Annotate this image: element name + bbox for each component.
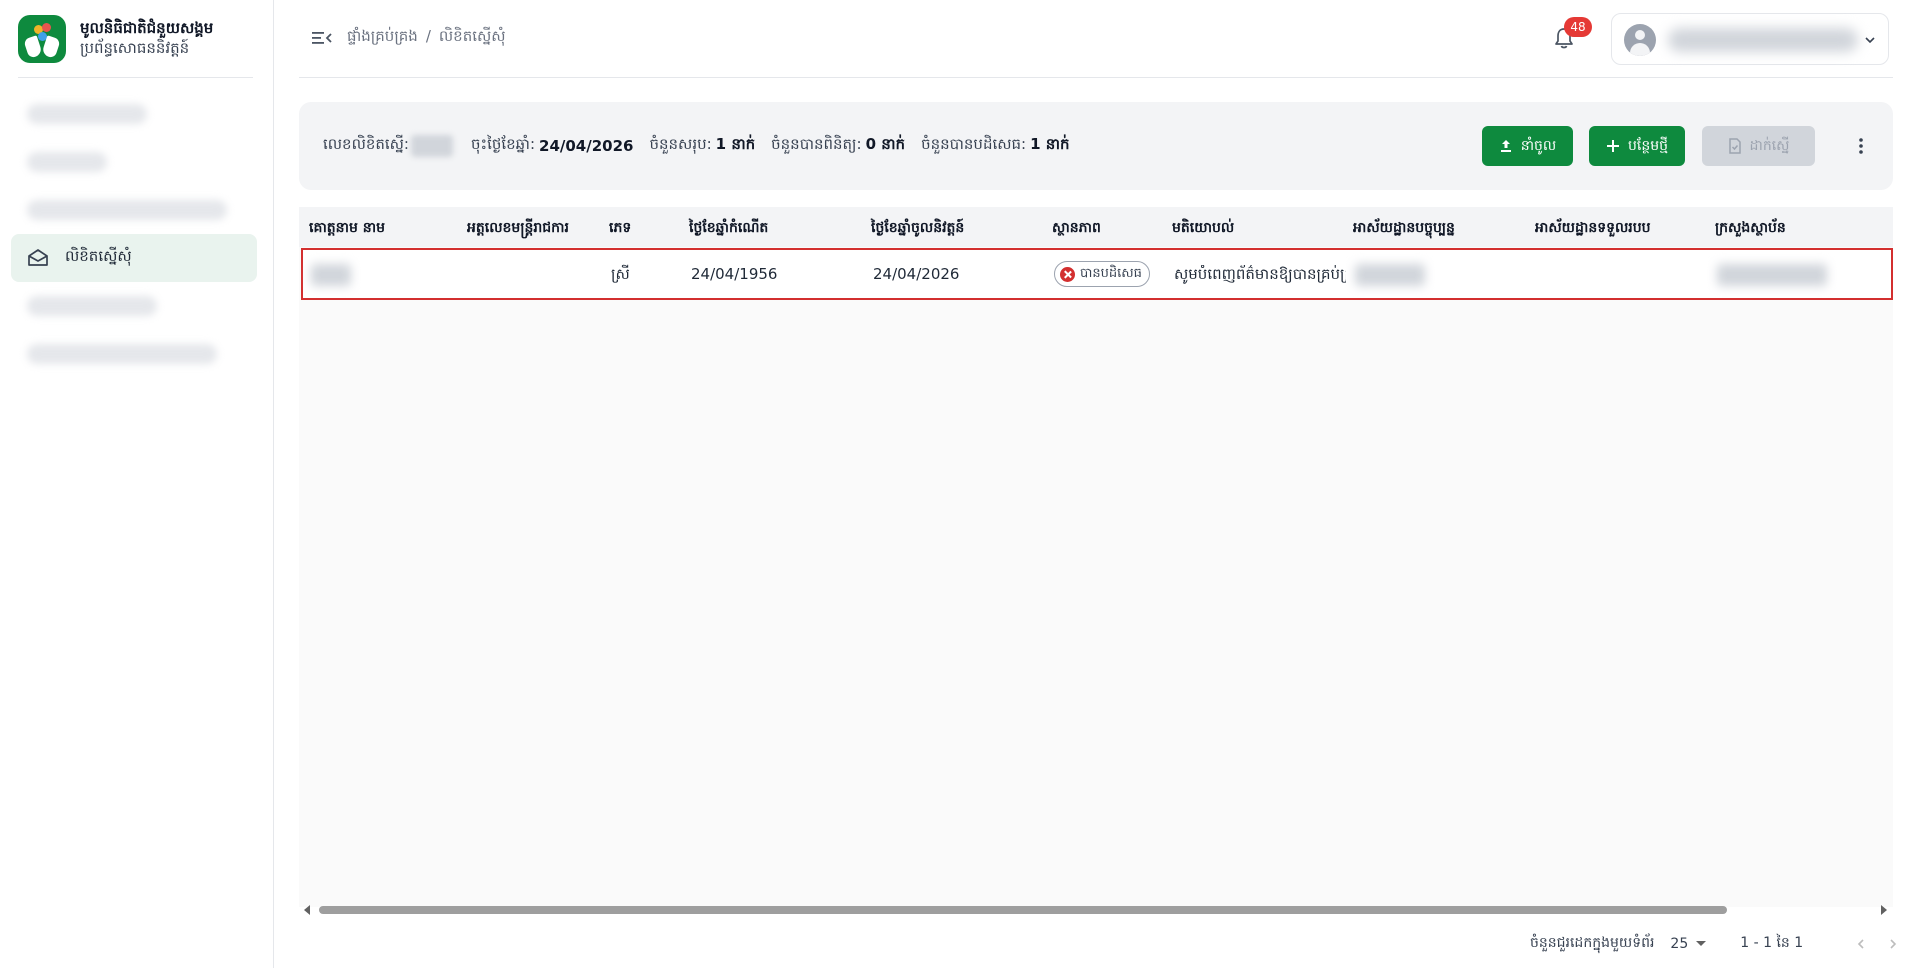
caret-down-icon <box>1696 941 1707 946</box>
status-label: បានបដិសេធ <box>1080 265 1142 281</box>
cell-gender: ស្រី <box>611 265 630 283</box>
horizontal-scrollbar[interactable] <box>299 901 1893 917</box>
col-benefit-address[interactable]: អាស័យដ្ឋានទទួលរបប <box>1535 218 1651 239</box>
brand-title: មូលនិធិជាតិជំនួយសង្គម <box>80 19 214 37</box>
mail-open-icon <box>28 249 48 266</box>
sidebar-item-6[interactable] <box>11 330 257 378</box>
applicants-table: គោត្តនាម នាម អត្តលេខមន្ត្រីរាជការ ភេទ ថ្… <box>299 207 1893 915</box>
logo-icon <box>18 14 66 63</box>
verified-label: ចំនួនបានពិនិត្យ: <box>771 135 862 153</box>
current-address-redacted <box>1355 264 1425 286</box>
date-label: ចុះថ្ងៃខែឆ្នាំ: <box>471 135 536 153</box>
table-header: គោត្តនាម នាម អត្តលេខមន្ត្រីរាជការ ភេទ ថ្… <box>299 207 1893 247</box>
menu-collapse-icon[interactable] <box>311 28 333 48</box>
sidebar-item-3[interactable] <box>11 186 257 234</box>
rejected-value: 1 នាក់ <box>1030 135 1070 153</box>
submit-button[interactable]: ដាក់ស្នើ <box>1702 126 1815 166</box>
pagination: ចំនួនជួរដេកក្នុងមួយទំព័រ 25 1 - 1 នៃ 1 <box>1530 933 1903 954</box>
cell-comment: សូមបំពេញព័ត៌មានឱ្យបានគ្រប់គ្រាន់ <box>1174 265 1346 283</box>
date-value: 24/04/2026 <box>539 137 634 155</box>
sidebar-item-label: លិខិតស្នើសុំ <box>65 247 132 265</box>
col-current-address[interactable]: អាស័យដ្ឋានបច្ចុប្បន្ន <box>1353 218 1455 239</box>
col-retire-date[interactable]: ថ្ងៃខែឆ្នាំចូលនិវត្តន៍ <box>871 218 964 239</box>
sidebar: មូលនិធិជាតិជំនួយសង្គម ប្រព័ន្ធសោធននិវត្ត… <box>0 0 274 968</box>
request-summary: លេខលិខិតស្នើ: ចុះថ្ងៃខែឆ្នាំ: 24/04/2026 … <box>323 135 1086 157</box>
page-range: 1 - 1 នៃ 1 <box>1740 935 1804 951</box>
ministry-redacted <box>1717 264 1827 286</box>
letter-no-label: លេខលិខិតស្នើ: <box>323 135 409 153</box>
sidebar-nav: លិខិតស្នើសុំ <box>0 78 273 378</box>
sidebar-item-request-letters[interactable]: លិខិតស្នើសុំ <box>11 234 257 282</box>
name-redacted <box>311 264 351 286</box>
rejected-icon <box>1060 266 1075 282</box>
submit-button-label: ដាក់ស្នើ <box>1749 137 1790 154</box>
cell-dob: 24/04/1956 <box>691 265 778 283</box>
total-label: ចំនួនសរុប: <box>649 135 712 153</box>
more-vertical-icon[interactable] <box>1851 136 1871 156</box>
top-header: ផ្ទាំងគ្រប់គ្រង / លិខិតស្នើសុំ 48 <box>299 0 1893 78</box>
document-check-icon <box>1728 138 1741 154</box>
chevron-left-icon <box>1858 938 1864 949</box>
rows-per-page-label: ចំនួនជួរដេកក្នុងមួយទំព័រ <box>1530 935 1655 951</box>
cell-retire-date: 24/04/2026 <box>873 265 960 283</box>
total-value: 1 នាក់ <box>715 135 756 153</box>
col-ministry[interactable]: ក្រសួងស្ថាប័ន <box>1715 218 1786 239</box>
rejected-label: ចំនួនបានបដិសេធ: <box>921 135 1027 153</box>
chevron-down-icon <box>1865 37 1875 44</box>
user-name-redacted <box>1668 28 1858 52</box>
request-toolbar: លេខលិខិតស្នើ: ចុះថ្ងៃខែឆ្នាំ: 24/04/2026 … <box>299 102 1893 190</box>
col-civil-servant-id[interactable]: អត្តលេខមន្ត្រីរាជការ <box>467 218 569 239</box>
scroll-left-icon[interactable] <box>304 905 310 915</box>
next-page-button[interactable] <box>1883 934 1903 954</box>
sidebar-item-5[interactable] <box>11 282 257 330</box>
breadcrumb-root[interactable]: ផ្ទាំងគ្រប់គ្រង <box>347 27 418 45</box>
import-button[interactable]: នាំចូល <box>1482 126 1573 166</box>
col-status[interactable]: ស្ថានភាព <box>1052 218 1101 239</box>
chevron-right-icon <box>1890 938 1897 949</box>
notification-badge: 48 <box>1564 17 1592 37</box>
plus-icon <box>1607 140 1619 152</box>
avatar <box>1624 24 1656 56</box>
rows-per-page-value: 25 <box>1670 935 1689 952</box>
previous-page-button[interactable] <box>1851 934 1871 954</box>
status-badge: បានបដិសេធ <box>1054 261 1150 287</box>
add-new-button[interactable]: បន្ថែមថ្មី <box>1589 126 1685 166</box>
brand: មូលនិធិជាតិជំនួយសង្គម ប្រព័ន្ធសោធននិវត្ត… <box>18 0 253 78</box>
user-menu[interactable] <box>1611 13 1889 65</box>
sidebar-item-1[interactable] <box>11 90 257 138</box>
upload-icon <box>1500 140 1511 152</box>
col-comment[interactable]: មតិយោបល់ <box>1172 218 1234 239</box>
col-name[interactable]: គោត្តនាម នាម <box>309 218 385 239</box>
add-new-button-label: បន្ថែមថ្មី <box>1628 137 1668 154</box>
table-row[interactable]: ស្រី 24/04/1956 24/04/2026 បានបដិសេធ សូម… <box>301 248 1893 300</box>
import-button-label: នាំចូល <box>1520 137 1557 154</box>
brand-subtitle: ប្រព័ន្ធសោធននិវត្តន៍ <box>80 38 190 57</box>
breadcrumb: ផ្ទាំងគ្រប់គ្រង / លិខិតស្នើសុំ <box>347 27 506 45</box>
verified-value: 0 នាក់ <box>865 135 906 153</box>
sidebar-item-2[interactable] <box>11 138 257 186</box>
col-gender[interactable]: ភេទ <box>609 218 631 239</box>
rows-per-page-select[interactable]: 25 <box>1670 935 1707 952</box>
breadcrumb-current: លិខិតស្នើសុំ <box>438 27 506 45</box>
letter-no-redacted <box>411 135 453 157</box>
scroll-right-icon[interactable] <box>1881 905 1887 915</box>
col-dob[interactable]: ថ្ងៃខែឆ្នាំកំណើត <box>689 218 768 239</box>
scroll-thumb[interactable] <box>319 906 1727 914</box>
